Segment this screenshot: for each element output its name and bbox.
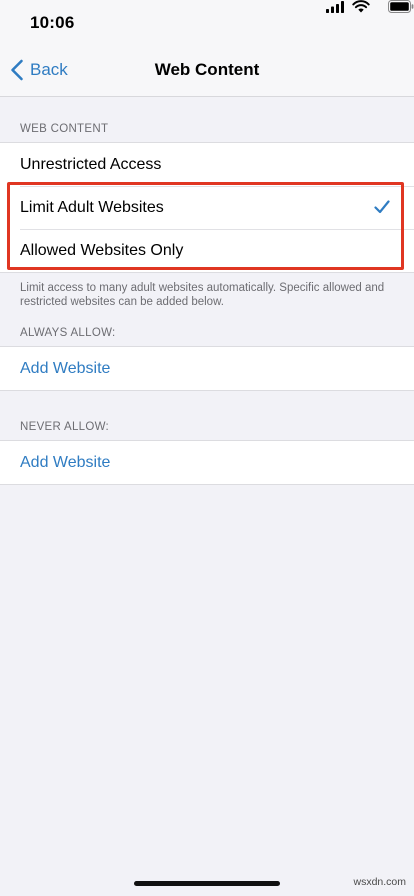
status-time: 10:06	[30, 13, 75, 32]
option-limit-adult-websites[interactable]: Limit Adult Websites	[0, 186, 414, 229]
option-allowed-websites-only[interactable]: Allowed Websites Only	[0, 229, 414, 272]
web-content-footer-text: Limit access to many adult websites auto…	[20, 282, 385, 308]
always-allow-group: Add Website	[0, 346, 414, 391]
battery-icon	[388, 0, 414, 13]
option-label: Limit Adult Websites	[20, 198, 164, 216]
page-title: Web Content	[154, 60, 260, 79]
always-allow-add-website-button[interactable]: Add Website	[0, 347, 414, 390]
never-allow-add-website-button[interactable]: Add Website	[0, 441, 414, 484]
wifi-icon	[352, 0, 370, 13]
never-allow-section-header: NEVER ALLOW:	[20, 421, 110, 433]
option-label: Unrestricted Access	[20, 155, 162, 173]
web-content-section-header: WEB CONTENT	[20, 123, 109, 135]
add-website-label: Add Website	[20, 359, 111, 377]
watermark: wsxdn.com	[353, 876, 406, 888]
home-indicator[interactable]	[134, 881, 280, 886]
always-allow-section-header: ALWAYS ALLOW:	[20, 327, 116, 339]
navigation-bar: Back Web Content	[0, 44, 414, 97]
status-bar: 10:06	[0, 0, 414, 44]
option-label: Allowed Websites Only	[20, 241, 184, 259]
cellular-signal-icon	[326, 1, 344, 13]
checkmark-icon	[374, 200, 390, 214]
add-website-label: Add Website	[20, 453, 111, 471]
never-allow-group: Add Website	[0, 440, 414, 485]
web-content-options-group: Unrestricted Access Limit Adult Websites…	[0, 142, 414, 273]
option-unrestricted-access[interactable]: Unrestricted Access	[0, 143, 414, 186]
